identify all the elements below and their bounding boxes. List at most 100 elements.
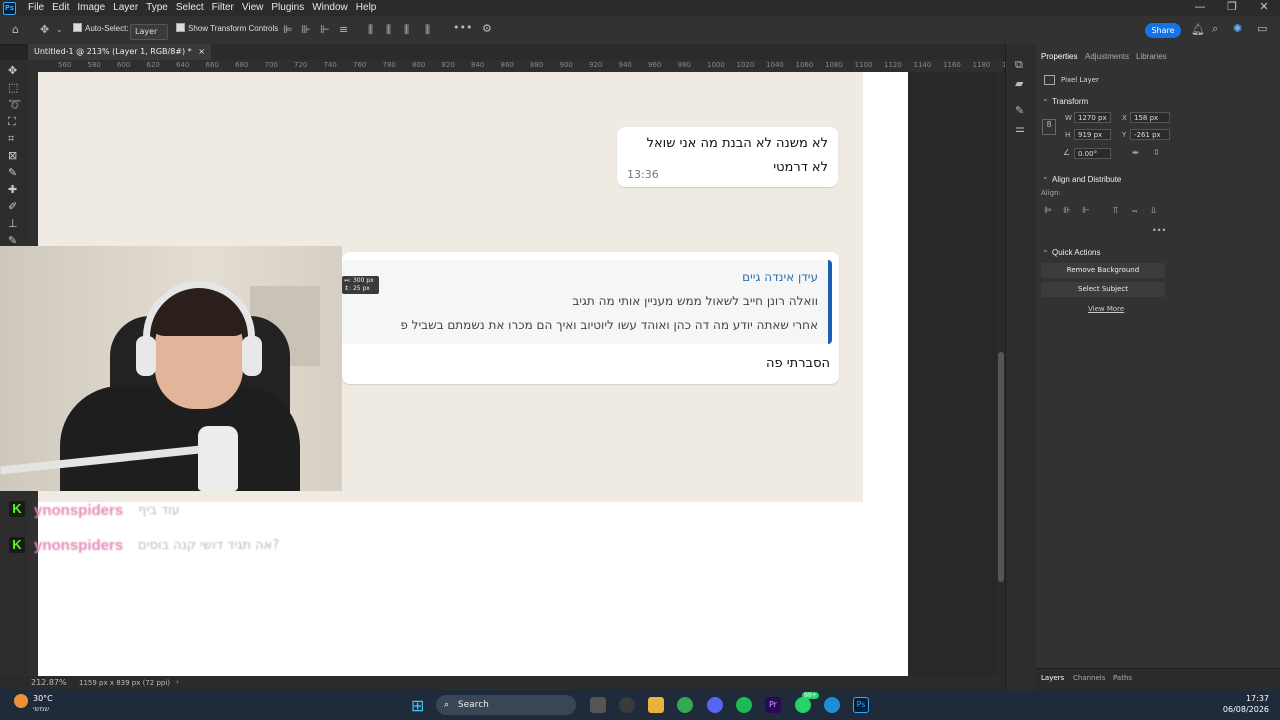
stamp-tool-icon[interactable]: ⊥ xyxy=(8,217,18,230)
width-field[interactable]: 1270 px xyxy=(1074,112,1111,123)
premiere-icon[interactable]: Pr xyxy=(765,697,781,713)
show-transform-checkbox[interactable]: Show Transform Controls xyxy=(176,22,278,36)
brush-tool-icon[interactable]: ✐ xyxy=(8,200,17,213)
chrome-icon[interactable] xyxy=(677,697,693,713)
photoshop-taskbar-icon[interactable]: Ps xyxy=(853,697,869,713)
align-top-icon[interactable]: ⫪ xyxy=(1113,206,1118,216)
menu-plugins[interactable]: Plugins xyxy=(267,1,308,15)
distribute-center-icon[interactable]: ⫼ xyxy=(386,24,391,36)
align-bottom-icon[interactable]: ⫫ xyxy=(1151,206,1156,216)
align-right-icon[interactable]: ⊩ xyxy=(1082,206,1090,216)
menu-help[interactable]: Help xyxy=(352,1,381,15)
discover-icon[interactable]: ✺ xyxy=(1233,23,1242,35)
close-button[interactable]: ✕ xyxy=(1248,0,1280,14)
crop-tool-icon[interactable]: ⌗ xyxy=(8,132,14,146)
whatsapp-icon[interactable] xyxy=(795,697,811,713)
document-tab[interactable]: Untitled-1 @ 213% (Layer 1, RGB/8#) * × xyxy=(28,44,211,60)
align-right-icon[interactable]: ⊩ xyxy=(320,24,330,36)
tab-paths[interactable]: Paths xyxy=(1113,674,1132,682)
more-align-options[interactable]: ••• xyxy=(1152,226,1166,235)
vertical-scrollbar[interactable] xyxy=(997,72,1005,676)
eyedropper-icon[interactable]: ✎ xyxy=(8,166,17,179)
zoom-level[interactable]: 212.87% xyxy=(31,678,67,687)
align-section-title[interactable]: Align and Distribute xyxy=(1042,172,1121,184)
menu-window[interactable]: Window xyxy=(308,1,352,15)
flip-horizontal-icon[interactable]: ⇹ xyxy=(1132,148,1139,157)
quote-line: אחרי שאתה יודע מה דה כהן ואוהד עשו ליוטי… xyxy=(400,318,818,332)
menu-type[interactable]: Type xyxy=(142,1,172,15)
scroll-thumb[interactable] xyxy=(998,352,1004,582)
tab-layers[interactable]: Layers xyxy=(1041,674,1064,682)
brush-settings-icon[interactable]: ✎ xyxy=(1015,104,1024,117)
more-options-icon[interactable]: ••• xyxy=(453,22,472,34)
home-icon[interactable]: ⌂ xyxy=(12,24,19,36)
remove-background-button[interactable]: Remove Background xyxy=(1041,263,1165,278)
ruler-tick-label: 1080 xyxy=(825,61,843,69)
distribute-icon[interactable]: ⫼ xyxy=(368,24,373,36)
menu-select[interactable]: Select xyxy=(172,1,208,15)
minimize-button[interactable]: — xyxy=(1184,0,1216,14)
tab-adjustments[interactable]: Adjustments xyxy=(1085,52,1129,61)
healing-brush-icon[interactable]: ✚ xyxy=(8,183,17,196)
chevron-down-icon[interactable]: ⌄ xyxy=(56,24,63,36)
system-clock[interactable]: 17:37 06/08/2026 xyxy=(1223,693,1269,715)
object-select-icon[interactable]: ⛶ xyxy=(8,115,16,129)
layer-select[interactable]: Layer xyxy=(130,24,168,40)
file-explorer-icon[interactable] xyxy=(648,697,664,713)
flip-vertical-icon[interactable]: ⇳ xyxy=(1153,148,1160,157)
close-tab-icon[interactable]: × xyxy=(198,47,205,56)
maximize-button[interactable]: ❐ xyxy=(1216,0,1248,14)
weather-temp[interactable]: 30°C xyxy=(33,694,53,703)
browser-icon[interactable] xyxy=(619,697,635,713)
weather-icon[interactable] xyxy=(14,694,28,708)
move-tool-icon[interactable]: ✥ xyxy=(8,64,17,77)
gear-icon[interactable]: ⚙ xyxy=(482,23,492,35)
share-button[interactable]: Share xyxy=(1145,23,1181,38)
history-icon[interactable]: ⧉ xyxy=(1015,58,1023,72)
auto-select-checkbox[interactable]: Auto-Select: xyxy=(73,22,129,36)
menu-layer[interactable]: Layer xyxy=(109,1,142,15)
align-middle-icon[interactable]: ⫬ xyxy=(1132,206,1137,216)
select-subject-button[interactable]: Select Subject xyxy=(1041,282,1165,297)
tab-channels[interactable]: Channels xyxy=(1073,674,1105,682)
tab-properties[interactable]: Properties xyxy=(1041,52,1077,61)
edge-icon[interactable] xyxy=(824,697,840,713)
distribute-bottom-icon[interactable]: ⫼ xyxy=(404,24,409,36)
frame-tool-icon[interactable]: ⊠ xyxy=(8,149,17,162)
spotify-icon[interactable] xyxy=(736,697,752,713)
align-left-icon[interactable]: ⊫ xyxy=(283,24,293,36)
height-field[interactable]: 919 px xyxy=(1074,129,1111,140)
taskbar-search[interactable]: ⌕ Search xyxy=(436,695,576,715)
workspace-icon[interactable]: ▭ xyxy=(1257,23,1267,35)
link-icon[interactable]: 8 xyxy=(1042,119,1056,135)
adjustments-icon[interactable]: ⚌ xyxy=(1015,122,1025,135)
menu-filter[interactable]: Filter xyxy=(208,1,238,15)
align-center-icon[interactable]: ⊪ xyxy=(301,24,311,36)
lasso-tool-icon[interactable]: ➰ xyxy=(8,98,22,111)
chat-username: ynonspiders xyxy=(34,537,124,554)
view-more-link[interactable]: View More xyxy=(1088,305,1124,313)
quick-actions-title[interactable]: Quick Actions xyxy=(1042,245,1101,257)
move-tool-icon[interactable]: ✥ xyxy=(40,24,49,36)
bell-icon[interactable]: 🔔︎ xyxy=(1191,24,1205,36)
chevron-right-icon[interactable]: › xyxy=(176,678,179,686)
search-icon[interactable]: ⌕ xyxy=(1212,23,1218,35)
align-top-icon[interactable]: ≡ xyxy=(339,24,348,36)
menu-file[interactable]: File xyxy=(24,1,48,15)
comment-icon[interactable]: ▰ xyxy=(1015,77,1023,90)
transform-section-title[interactable]: Transform xyxy=(1042,94,1088,106)
windows-start-icon[interactable]: ⊞ xyxy=(411,696,424,715)
task-view-icon[interactable] xyxy=(590,697,606,713)
menu-view[interactable]: View xyxy=(238,1,268,15)
distribute-horizontal-icon[interactable]: ⫼ xyxy=(425,24,430,36)
menu-image[interactable]: Image xyxy=(73,1,109,15)
marquee-tool-icon[interactable]: ⬚ xyxy=(8,81,18,94)
tab-libraries[interactable]: Libraries xyxy=(1136,52,1167,61)
align-center-icon[interactable]: ⊪ xyxy=(1063,206,1071,216)
discord-icon[interactable] xyxy=(707,697,723,713)
angle-field[interactable]: 0.00° xyxy=(1074,148,1111,159)
align-left-icon[interactable]: ⊫ xyxy=(1044,206,1052,216)
y-field[interactable]: -261 px xyxy=(1130,129,1170,140)
menu-edit[interactable]: Edit xyxy=(48,1,73,15)
x-field[interactable]: 158 px xyxy=(1130,112,1170,123)
